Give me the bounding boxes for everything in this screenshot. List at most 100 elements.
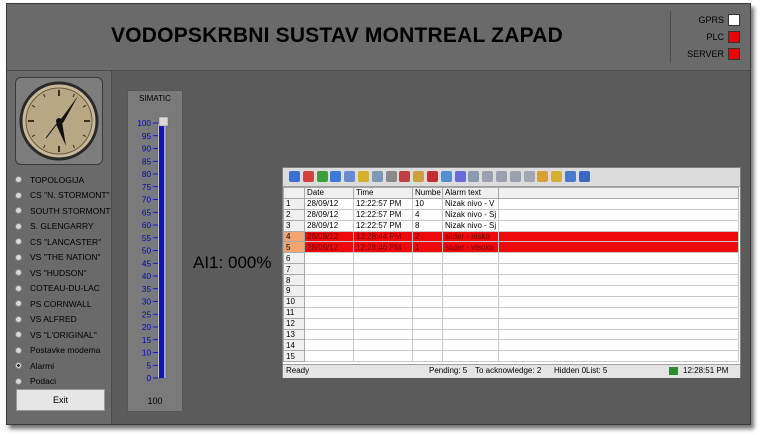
gauge-tick-label: 75 (142, 183, 152, 192)
table-row[interactable]: 5 28/09/12 12:28:46 PM 1 slider - visoko (283, 241, 739, 254)
exit-button[interactable]: Exit (16, 389, 105, 411)
gauge-tick-label: 55 (142, 234, 152, 243)
table-row[interactable]: 6 (283, 252, 739, 265)
visible-icon[interactable] (413, 171, 425, 182)
nav-item-podaci[interactable]: Podaci (7, 374, 111, 390)
nav-item-ps-cornwall[interactable]: PS CORNWALL (7, 296, 111, 312)
hidden-icon[interactable] (427, 171, 438, 182)
table-row[interactable]: 4 28/09/12 12:28:44 PM 2 slider - nisko (283, 230, 739, 243)
nav-item-postavke-modema[interactable]: Postavke modema (7, 343, 111, 359)
ai1-label: AI1: (193, 253, 224, 272)
gauge-tick-label: 85 (142, 157, 152, 166)
lock2-icon[interactable] (551, 171, 563, 182)
table-row[interactable]: 2 28/09/12 12:22:57 PM 4 Nizak nivo - Sj (283, 208, 739, 221)
filter-icon[interactable] (385, 171, 397, 182)
first-icon[interactable] (302, 171, 314, 182)
print-icon[interactable] (440, 171, 452, 182)
nav-item-n-stormont[interactable]: CS "N. STORMONT" (7, 188, 111, 204)
list-icon[interactable] (399, 171, 411, 182)
gauge-tick-label: 10 (142, 349, 152, 358)
nav-item-alarmi[interactable]: Alarmi (7, 358, 111, 374)
radio-icon (15, 207, 22, 215)
cell-number (412, 339, 443, 352)
autoscroll-icon[interactable] (482, 171, 494, 182)
cell-number (412, 263, 443, 276)
status-gprs: GPRS (698, 14, 740, 26)
gauge-tick-label: 95 (142, 132, 152, 141)
row-number: 15 (283, 350, 305, 363)
column-header-date[interactable]: Date (304, 187, 354, 199)
cell-number (412, 306, 443, 319)
nav-item-vs-alfred[interactable]: VS ALFRED (7, 312, 111, 328)
network-icon (669, 367, 678, 375)
table-row[interactable]: 8 (283, 274, 739, 287)
cell-time (353, 317, 413, 330)
radio-icon (15, 176, 22, 184)
radio-icon (15, 284, 22, 292)
comment-icon[interactable] (537, 171, 549, 182)
table-row[interactable]: 12 (283, 317, 739, 330)
nav-item-topologija[interactable]: TOPOLOGIJA (7, 172, 111, 188)
up-icon[interactable] (496, 171, 507, 182)
nav-item-coteau-du-lac[interactable]: COTEAU-DU-LAC (7, 281, 111, 297)
column-header-empty (498, 187, 739, 199)
nav-item-hudson[interactable]: VS "HUDSON" (7, 265, 111, 281)
table-row[interactable]: 14 (283, 339, 739, 352)
cell-number: 4 (412, 208, 443, 221)
settings-icon[interactable] (565, 171, 576, 182)
group-ack-icon[interactable] (344, 171, 356, 182)
cell-empty (498, 274, 739, 287)
table-row[interactable]: 3 28/09/12 12:22:57 PM 8 Nizak nivo - Sj (283, 219, 739, 232)
gauge-tick-label: 25 (142, 310, 152, 319)
column-header-alarm-text[interactable]: Alarm text (442, 187, 499, 199)
nav-item-the-nation[interactable]: VS "THE NATION" (7, 250, 111, 266)
nav-item-south-stormont[interactable]: SOUTH STORMONT (7, 203, 111, 219)
export-icon[interactable] (468, 171, 480, 182)
sort-icon[interactable] (454, 171, 466, 182)
cell-number (412, 285, 443, 297)
time-icon[interactable] (578, 171, 590, 182)
gauge-tick-label: 20 (142, 323, 152, 332)
status-label: PLC (706, 32, 724, 42)
cell-empty (498, 328, 739, 341)
status-clock: 12:28:51 PM (683, 366, 729, 375)
alarm-table: Date Time Numbe Alarm text 1 28/09/12 12:2… (283, 187, 739, 363)
cell-empty (498, 219, 739, 232)
table-row[interactable]: 9 (283, 285, 739, 297)
column-header-number[interactable]: Numbe (412, 187, 443, 199)
nav-item-l-original[interactable]: VS "L'ORIGINAL" (7, 327, 111, 343)
cell-time (353, 274, 413, 287)
row-number: 10 (283, 295, 305, 308)
history-icon[interactable] (371, 171, 383, 182)
table-row[interactable]: 1 28/09/12 12:22:57 PM 10 Nizak nivo - V (283, 197, 739, 210)
table-row[interactable]: 13 (283, 328, 739, 341)
nav-item-s-glengarry[interactable]: S. GLENGARRY (7, 219, 111, 235)
lock-icon[interactable] (358, 171, 369, 182)
table-row[interactable]: 11 (283, 306, 739, 319)
loop-icon[interactable] (316, 171, 328, 182)
cell-empty (498, 230, 739, 243)
cell-date: 28/09/12 (304, 241, 354, 254)
cell-alarm-text (442, 350, 499, 363)
table-row[interactable]: 15 (283, 350, 739, 363)
nav-item-lancaster[interactable]: CS "LANCASTER" (7, 234, 111, 250)
help-icon[interactable] (289, 171, 300, 182)
cell-number (412, 317, 443, 330)
ai1-value: 000% (227, 253, 272, 272)
down-icon[interactable] (509, 171, 521, 182)
single-ack-icon[interactable] (330, 171, 342, 182)
gauge-tick-label: 5 (146, 361, 151, 370)
level-gauge: SIMATIC 100 95 90 85 80 75 70 65 60 55 50 45 40 35 30 2… (127, 90, 183, 412)
cell-empty (498, 350, 739, 363)
table-row[interactable]: 10 (283, 295, 739, 308)
main-window: VODOPSKRBNI SUSTAV MONTREAL ZAPAD GPRS P… (6, 3, 751, 425)
gauge-tick-label: 15 (142, 336, 152, 345)
cell-date: 28/09/12 (304, 219, 354, 232)
cell-date (304, 263, 354, 276)
report-icon[interactable] (523, 171, 535, 182)
nav-list: TOPOLOGIJA CS "N. STORMONT" SOUTH STORMO… (7, 172, 111, 389)
table-row[interactable]: 7 (283, 263, 739, 276)
gauge-slider-handle[interactable] (158, 116, 169, 127)
column-header-time[interactable]: Time (353, 187, 413, 199)
row-number: 1 (283, 197, 305, 210)
